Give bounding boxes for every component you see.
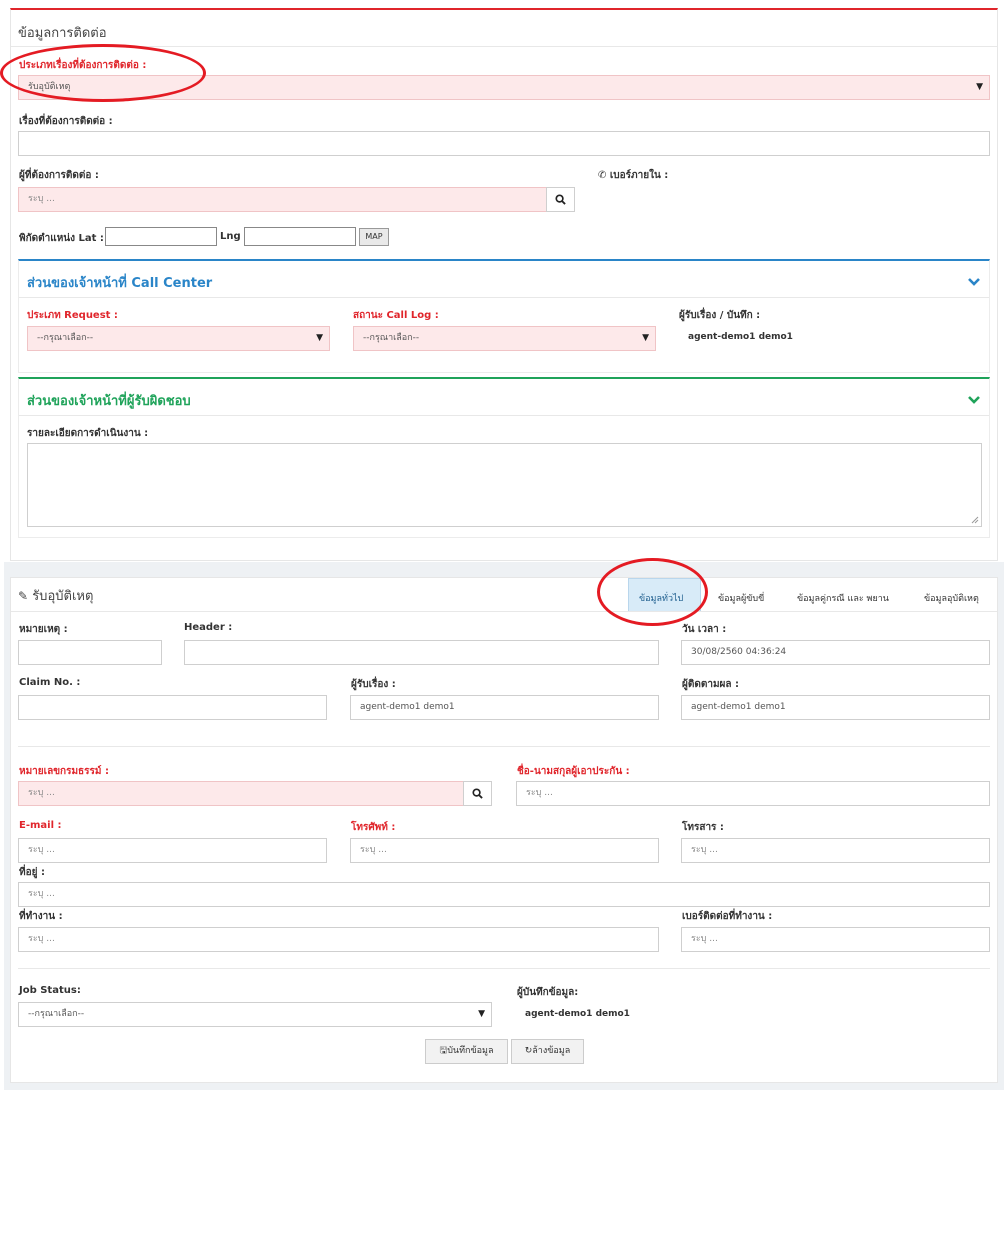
caret-down-icon: ▼: [642, 333, 649, 343]
map-button[interactable]: MAP: [359, 228, 389, 246]
phone-label: โทรศัพท์ :: [351, 822, 396, 833]
contact-panel-title: ข้อมูลการติดต่อ: [18, 26, 107, 41]
claim-no-label: Claim No. :: [19, 677, 81, 688]
note-input[interactable]: [18, 640, 162, 665]
contact-person-input[interactable]: ระบุ ...: [18, 187, 547, 212]
caret-down-icon: ▼: [976, 82, 983, 92]
contact-subject-label: เรื่องที่ต้องการติดต่อ :: [19, 116, 113, 127]
workplace-label: ที่ทำงาน :: [19, 911, 63, 922]
recorder-value: agent-demo1 demo1: [688, 332, 793, 342]
header-input[interactable]: [184, 640, 659, 665]
lat-label: พิกัดตำแหน่ง Lat :: [19, 233, 104, 244]
policy-no-label: หมายเลขกรมธรรม์ :: [19, 766, 109, 777]
caret-down-icon: ▼: [478, 1009, 485, 1019]
tab-driver[interactable]: ข้อมูลผู้ขับขี่: [718, 591, 764, 605]
datetime-label: วัน เวลา :: [682, 624, 727, 635]
fax-input[interactable]: ระบุ ...: [681, 838, 990, 863]
tab-party-witness[interactable]: ข้อมูลคู่กรณี และ พยาน: [797, 591, 889, 605]
insured-name-input[interactable]: ระบุ ...: [516, 781, 990, 806]
workplace-input[interactable]: ระบุ ...: [18, 927, 659, 952]
email-label: E-mail :: [19, 820, 62, 831]
work-detail-label: รายละเอียดการดำเนินงาน :: [27, 428, 149, 439]
insured-name-label: ชื่อ-นามสกุลผู้เอาประกัน :: [517, 766, 630, 777]
address-label: ที่อยู่ :: [19, 867, 45, 878]
phone-icon: ✆: [598, 170, 607, 181]
save-button[interactable]: 🖫บันทึกข้อมูล: [425, 1039, 508, 1064]
follower-input[interactable]: agent-demo1 demo1: [681, 695, 990, 720]
address-input[interactable]: ระบุ ...: [18, 882, 990, 907]
contact-person-search-button[interactable]: [546, 187, 575, 212]
saver-label: ผู้บันทึกข้อมูล:: [517, 987, 579, 998]
edit-icon: ✎: [18, 589, 29, 603]
annotation-circle: [597, 558, 708, 626]
receiver-label: ผู้รับเรื่อง :: [351, 679, 396, 690]
clear-button[interactable]: ↻ล้างข้อมูล: [511, 1039, 584, 1064]
resize-handle-icon[interactable]: [971, 516, 979, 524]
work-phone-input[interactable]: ระบุ ...: [681, 927, 990, 952]
call-log-status-select[interactable]: --กรุณาเลือก-- ▼: [353, 326, 656, 351]
extension-label: ✆ เบอร์ภายใน :: [598, 170, 669, 181]
work-phone-label: เบอร์ติดต่อที่ทำงาน :: [682, 911, 773, 922]
datetime-input[interactable]: 30/08/2560 04:36:24: [681, 640, 990, 665]
search-icon: [555, 194, 566, 205]
caret-down-icon: ▼: [316, 333, 323, 343]
request-type-select[interactable]: --กรุณาเลือก-- ▼: [27, 326, 330, 351]
chevron-down-icon[interactable]: [967, 277, 981, 287]
lng-input[interactable]: [244, 227, 356, 246]
job-status-label: Job Status:: [19, 985, 81, 996]
note-label: หมายเหตุ :: [19, 624, 68, 635]
work-detail-textarea[interactable]: [27, 443, 982, 527]
claim-no-input[interactable]: [18, 695, 327, 720]
search-icon: [472, 788, 483, 799]
recorder-label: ผู้รับเรื่อง / บันทึก :: [679, 310, 761, 321]
responsible-title: ส่วนของเจ้าหน้าที่ผู้รับผิดชอบ: [27, 394, 191, 409]
policy-search-button[interactable]: [463, 781, 492, 806]
contact-subject-input[interactable]: [18, 131, 990, 156]
policy-no-input[interactable]: ระบุ ...: [18, 781, 464, 806]
tab-accident-info[interactable]: ข้อมูลอุบัติเหตุ: [924, 591, 979, 605]
call-log-status-label: สถานะ Call Log :: [353, 310, 439, 321]
saver-value: agent-demo1 demo1: [525, 1009, 630, 1019]
annotation-circle: [0, 44, 206, 102]
follower-label: ผู้ติดตามผล :: [682, 679, 740, 690]
fax-label: โทรสาร :: [682, 822, 724, 833]
email-input[interactable]: ระบุ ...: [18, 838, 327, 863]
accident-panel-title: ✎ รับอุบัติเหตุ: [18, 589, 94, 604]
receiver-input[interactable]: agent-demo1 demo1: [350, 695, 659, 720]
job-status-select[interactable]: --กรุณาเลือก-- ▼: [18, 1002, 492, 1027]
lat-input[interactable]: [105, 227, 217, 246]
call-center-title: ส่วนของเจ้าหน้าที่ Call Center: [27, 276, 213, 291]
request-type-label: ประเภท Request :: [27, 310, 118, 321]
chevron-down-icon[interactable]: [967, 395, 981, 405]
contact-person-label: ผู้ที่ต้องการติดต่อ :: [19, 170, 99, 181]
phone-input[interactable]: ระบุ ...: [350, 838, 659, 863]
header-label: Header :: [184, 622, 233, 633]
